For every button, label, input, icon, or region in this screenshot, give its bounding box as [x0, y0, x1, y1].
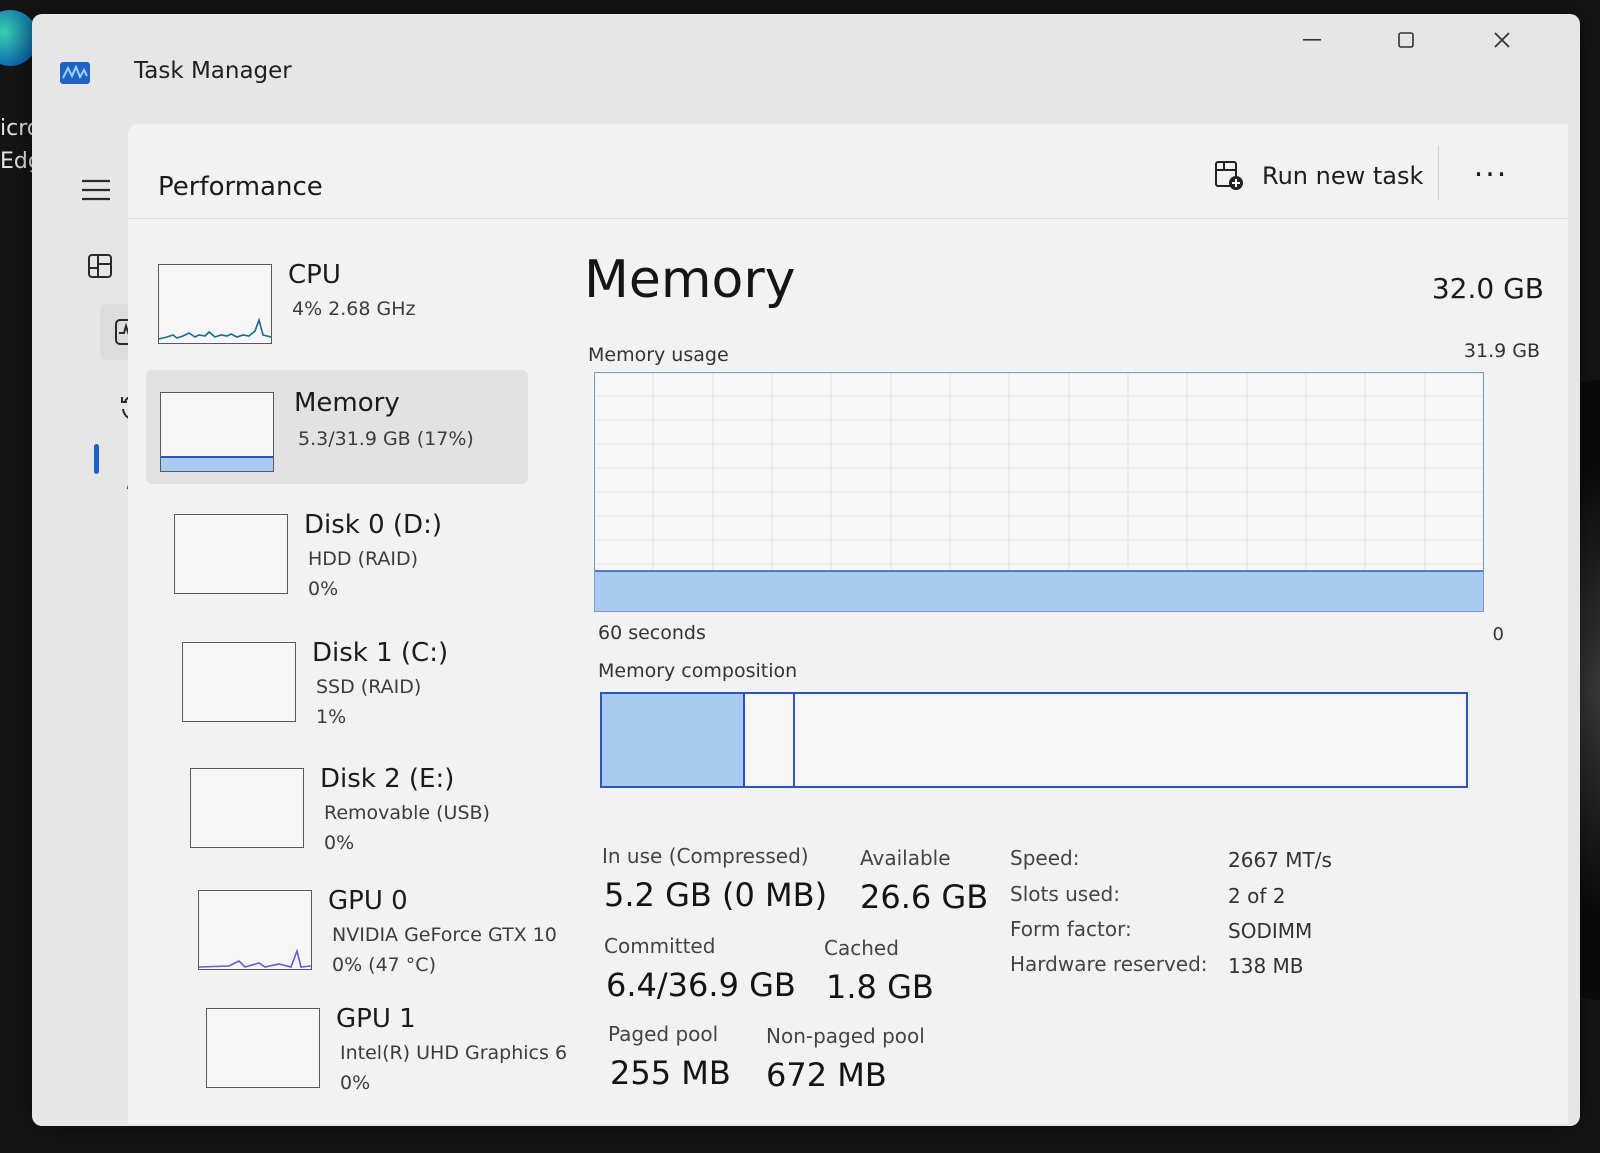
command-bar-divider — [1438, 146, 1439, 200]
in-use-label: In use (Compressed) — [602, 844, 809, 868]
more-options-button[interactable]: ... — [1466, 152, 1516, 192]
device-list: CPU 4% 2.68 GHz Memory 5.3/31.9 GB (17%)… — [128, 220, 567, 1120]
form-factor-label: Form factor: — [1010, 917, 1132, 941]
memory-composition-bar — [600, 692, 1468, 788]
device-name: GPU 1 — [336, 1004, 416, 1034]
task-manager-window: Task Manager Performance Run new task ..… — [32, 14, 1580, 1126]
memory-composition-label: Memory composition — [598, 660, 798, 682]
close-button[interactable] — [1462, 20, 1542, 60]
window-title: Task Manager — [134, 58, 292, 84]
hamburger-icon — [82, 179, 110, 201]
paged-pool-label: Paged pool — [608, 1022, 719, 1046]
close-icon — [1494, 32, 1510, 48]
hardware-reserved-label: Hardware reserved: — [1010, 952, 1208, 976]
memory-title: Memory — [584, 250, 796, 310]
non-paged-pool-value: 672 MB — [766, 1056, 887, 1094]
device-name: Memory — [294, 388, 400, 418]
minimize-icon — [1303, 39, 1321, 41]
device-detail: SSD (RAID) — [316, 676, 422, 698]
composition-modified-segment — [745, 694, 795, 786]
device-name: Disk 0 (D:) — [304, 510, 442, 540]
minimize-button[interactable] — [1272, 20, 1352, 60]
maximize-button[interactable] — [1366, 20, 1446, 60]
device-name: GPU 0 — [328, 886, 408, 916]
disk1-thumbnail-graph — [182, 642, 296, 722]
gpu0-thumbnail-graph — [198, 890, 312, 970]
device-detail: NVIDIA GeForce GTX 10 — [332, 924, 557, 946]
run-task-icon — [1215, 161, 1243, 190]
memory-usage-label: Memory usage — [588, 344, 729, 366]
committed-value: 6.4/36.9 GB — [606, 966, 796, 1004]
device-name: CPU — [288, 260, 341, 290]
disk2-thumbnail-graph — [190, 768, 304, 848]
paged-pool-value: 255 MB — [610, 1054, 731, 1092]
page-title: Performance — [158, 172, 323, 202]
speed-label: Speed: — [1010, 846, 1080, 870]
device-memory[interactable]: Memory 5.3/31.9 GB (17%) — [146, 370, 528, 484]
device-detail: Intel(R) UHD Graphics 6 — [340, 1042, 568, 1064]
graph-axis-right-label: 0 — [1492, 624, 1504, 645]
device-gpu1[interactable]: GPU 1 Intel(R) UHD Graphics 6 0% — [200, 998, 580, 1104]
device-disk0[interactable]: Disk 0 (D:) HDD (RAID) 0% — [168, 504, 548, 610]
memory-thumbnail-fill — [161, 455, 273, 471]
device-detail: 5.3/31.9 GB (17%) — [298, 428, 474, 450]
device-disk1[interactable]: Disk 1 (C:) SSD (RAID) 1% — [176, 632, 556, 738]
title-bar[interactable]: Task Manager — [32, 14, 1580, 124]
slots-used-value: 2 of 2 — [1228, 884, 1286, 908]
nav-menu-button[interactable] — [68, 162, 124, 218]
memory-detail-pane: Memory 32.0 GB Memory usage 31.9 GB 60 s… — [584, 220, 1544, 1120]
gpu1-thumbnail-graph — [206, 1008, 320, 1088]
device-usage: 0% — [324, 832, 355, 854]
command-bar: Performance Run new task ... — [128, 124, 1568, 219]
nav-processes[interactable] — [72, 238, 128, 294]
device-usage: 0% (47 °C) — [332, 954, 436, 976]
device-detail: Removable (USB) — [324, 802, 490, 824]
hardware-reserved-value: 138 MB — [1228, 954, 1304, 978]
memory-total: 32.0 GB — [1431, 272, 1544, 305]
in-use-value: 5.2 GB (0 MB) — [604, 876, 828, 914]
run-new-task-label: Run new task — [1262, 162, 1424, 190]
committed-label: Committed — [604, 934, 716, 958]
content-panel: Performance Run new task ... CPU 4% 2.68… — [128, 124, 1568, 1124]
task-manager-app-icon — [60, 62, 90, 84]
device-name: Disk 1 (C:) — [312, 638, 449, 668]
non-paged-pool-label: Non-paged pool — [766, 1024, 925, 1048]
composition-in-use-segment — [602, 694, 745, 786]
device-usage: 1% — [316, 706, 347, 728]
run-new-task-button[interactable]: Run new task — [1214, 154, 1423, 198]
cached-value: 1.8 GB — [826, 968, 934, 1006]
device-disk2[interactable]: Disk 2 (E:) Removable (USB) 0% — [184, 758, 564, 864]
memory-usage-max: 31.9 GB — [1463, 340, 1540, 362]
nav-active-indicator — [94, 444, 99, 474]
graph-axis-left-label: 60 seconds — [598, 622, 706, 644]
maximize-icon — [1398, 32, 1414, 48]
memory-thumbnail-graph — [160, 392, 274, 472]
memory-usage-area — [595, 571, 1483, 611]
speed-value: 2667 MT/s — [1228, 848, 1332, 872]
form-factor-value: SODIMM — [1228, 919, 1313, 943]
device-usage: 0% — [340, 1072, 371, 1094]
device-gpu0[interactable]: GPU 0 NVIDIA GeForce GTX 10 0% (47 °C) — [192, 880, 572, 986]
device-detail: HDD (RAID) — [308, 548, 419, 570]
device-usage: 0% — [308, 578, 339, 600]
cpu-thumbnail-graph — [158, 264, 272, 344]
memory-usage-graph — [594, 372, 1484, 612]
device-cpu[interactable]: CPU 4% 2.68 GHz — [152, 254, 532, 360]
slots-used-label: Slots used: — [1010, 882, 1120, 906]
disk0-thumbnail-graph — [174, 514, 288, 594]
device-detail: 4% 2.68 GHz — [292, 298, 416, 320]
available-label: Available — [860, 846, 951, 870]
device-name: Disk 2 (E:) — [320, 764, 455, 794]
cached-label: Cached — [824, 936, 899, 960]
available-value: 26.6 GB — [860, 878, 989, 916]
processes-icon — [88, 254, 112, 278]
